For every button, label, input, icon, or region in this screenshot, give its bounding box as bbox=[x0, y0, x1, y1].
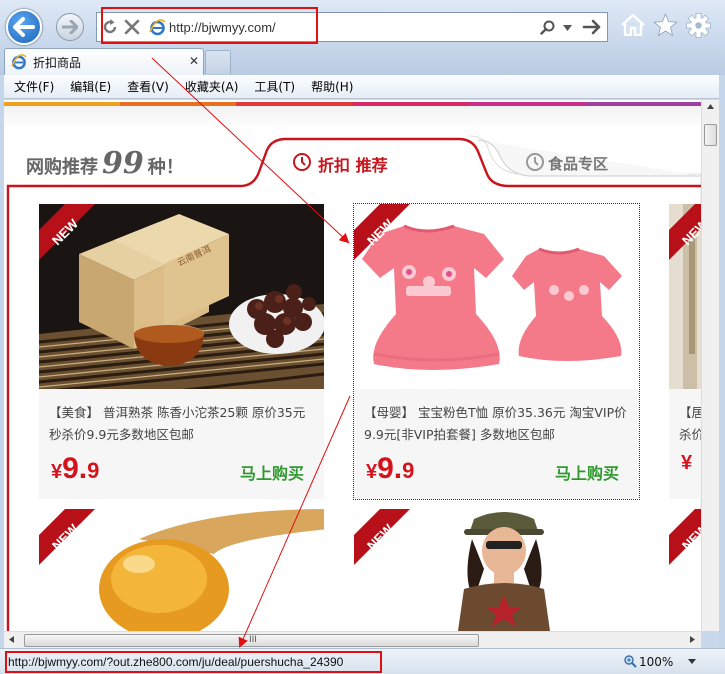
scroll-grip: III bbox=[249, 635, 257, 645]
ie-logo-icon bbox=[11, 54, 27, 70]
arrow-right-icon bbox=[62, 20, 78, 34]
search-icon[interactable] bbox=[540, 20, 556, 36]
tab-close-button[interactable]: ✕ bbox=[189, 54, 199, 68]
zoom-icon[interactable] bbox=[624, 655, 637, 668]
star-icon[interactable] bbox=[653, 13, 678, 37]
product-card[interactable]: NEW bbox=[39, 509, 324, 631]
promo-heading: 网购推荐 99 种！ bbox=[26, 146, 184, 181]
product-description[interactable]: 【居 杀价 bbox=[679, 402, 701, 446]
product-card[interactable]: NEW 【居 杀价 ¥ bbox=[669, 204, 701, 499]
scroll-left-icon[interactable] bbox=[9, 636, 14, 643]
home-icon[interactable] bbox=[620, 14, 646, 36]
scroll-right-icon[interactable] bbox=[690, 636, 695, 643]
menu-help[interactable]: 帮助(H) bbox=[311, 78, 353, 95]
product-description[interactable]: 【美食】 普洱熟茶 陈香小沱茶25颗 原价35元 秒杀价9.9元多数地区包邮 bbox=[49, 402, 317, 446]
browser-tab-active[interactable]: 折扣商品 ✕ bbox=[4, 48, 204, 75]
product-price: ¥9.9 bbox=[51, 452, 100, 485]
promo-count: 99 bbox=[102, 146, 144, 181]
vertical-scroll-thumb[interactable] bbox=[704, 124, 717, 146]
chevron-down-icon[interactable] bbox=[688, 659, 696, 664]
menu-edit[interactable]: 编辑(E) bbox=[70, 78, 111, 95]
gear-icon[interactable] bbox=[686, 13, 711, 38]
new-badge: NEW bbox=[669, 509, 701, 565]
vertical-scrollbar[interactable] bbox=[701, 100, 719, 631]
arrow-left-icon bbox=[13, 17, 35, 37]
browser-toolbar: http://bjwmyy.com/ bbox=[0, 0, 725, 48]
new-tab-button[interactable] bbox=[205, 50, 231, 74]
clock-icon bbox=[526, 153, 544, 171]
new-badge: NEW bbox=[354, 509, 410, 565]
go-arrow-icon[interactable] bbox=[582, 19, 602, 35]
window-frame-right bbox=[719, 75, 725, 648]
tab-food[interactable]: 食品专区 bbox=[548, 153, 608, 174]
product-description[interactable]: 【母婴】 宝宝粉色T恤 原价35.36元 淘宝VIP价9.9元[非VIP拍套餐]… bbox=[364, 402, 632, 446]
new-badge: NEW bbox=[669, 204, 701, 260]
product-card[interactable]: 云南普洱 NEW 【美食】 普洱熟茶 陈香小沱茶25颗 原价35元 秒杀价9.9… bbox=[39, 204, 324, 499]
menu-favorites[interactable]: 收藏夹(A) bbox=[185, 78, 239, 95]
tab-title: 折扣商品 bbox=[33, 56, 82, 70]
page-viewport: 网购推荐 99 种！ 折扣 推荐 食品专区 云南普洱 NEW 【美食】 普洱熟茶… bbox=[4, 100, 701, 631]
new-badge: NEW bbox=[39, 204, 95, 260]
product-card[interactable]: NEW 【母婴】 宝宝粉色T恤 原价35.36元 淘宝VIP价9.9元[非VIP… bbox=[353, 203, 640, 500]
horizontal-scroll-thumb[interactable]: III bbox=[24, 634, 479, 647]
status-bar: http://bjwmyy.com/?out.zhe800.com/ju/dea… bbox=[0, 648, 725, 674]
scroll-up-icon[interactable] bbox=[707, 104, 714, 109]
tab-discount[interactable]: 折扣 推荐 bbox=[318, 152, 388, 176]
new-badge: NEW bbox=[39, 509, 95, 565]
product-price: ¥9.9 bbox=[366, 452, 415, 485]
menu-tools[interactable]: 工具(T) bbox=[254, 78, 295, 95]
url-highlight-box bbox=[101, 7, 318, 44]
zoom-level[interactable]: 100% bbox=[639, 655, 673, 669]
product-card[interactable]: NEW bbox=[669, 509, 701, 631]
buy-now-link[interactable]: 马上购买 bbox=[555, 460, 619, 484]
horizontal-scrollbar[interactable]: III bbox=[4, 631, 701, 648]
menu-file[interactable]: 文件(F) bbox=[14, 78, 54, 95]
chevron-down-icon[interactable] bbox=[563, 25, 572, 31]
menu-view[interactable]: 查看(V) bbox=[127, 78, 169, 95]
new-badge: NEW bbox=[354, 204, 410, 260]
back-button[interactable] bbox=[6, 9, 42, 45]
forward-button[interactable] bbox=[56, 13, 84, 41]
status-highlight-box bbox=[5, 651, 382, 673]
product-price: ¥ bbox=[681, 452, 693, 474]
clock-icon bbox=[293, 153, 311, 171]
buy-now-link[interactable]: 马上购买 bbox=[240, 460, 304, 484]
menu-bar: 文件(F) 编辑(E) 查看(V) 收藏夹(A) 工具(T) 帮助(H) bbox=[4, 75, 721, 99]
product-card[interactable]: NEW bbox=[354, 509, 639, 631]
tab-strip: 折扣商品 ✕ bbox=[0, 48, 725, 75]
